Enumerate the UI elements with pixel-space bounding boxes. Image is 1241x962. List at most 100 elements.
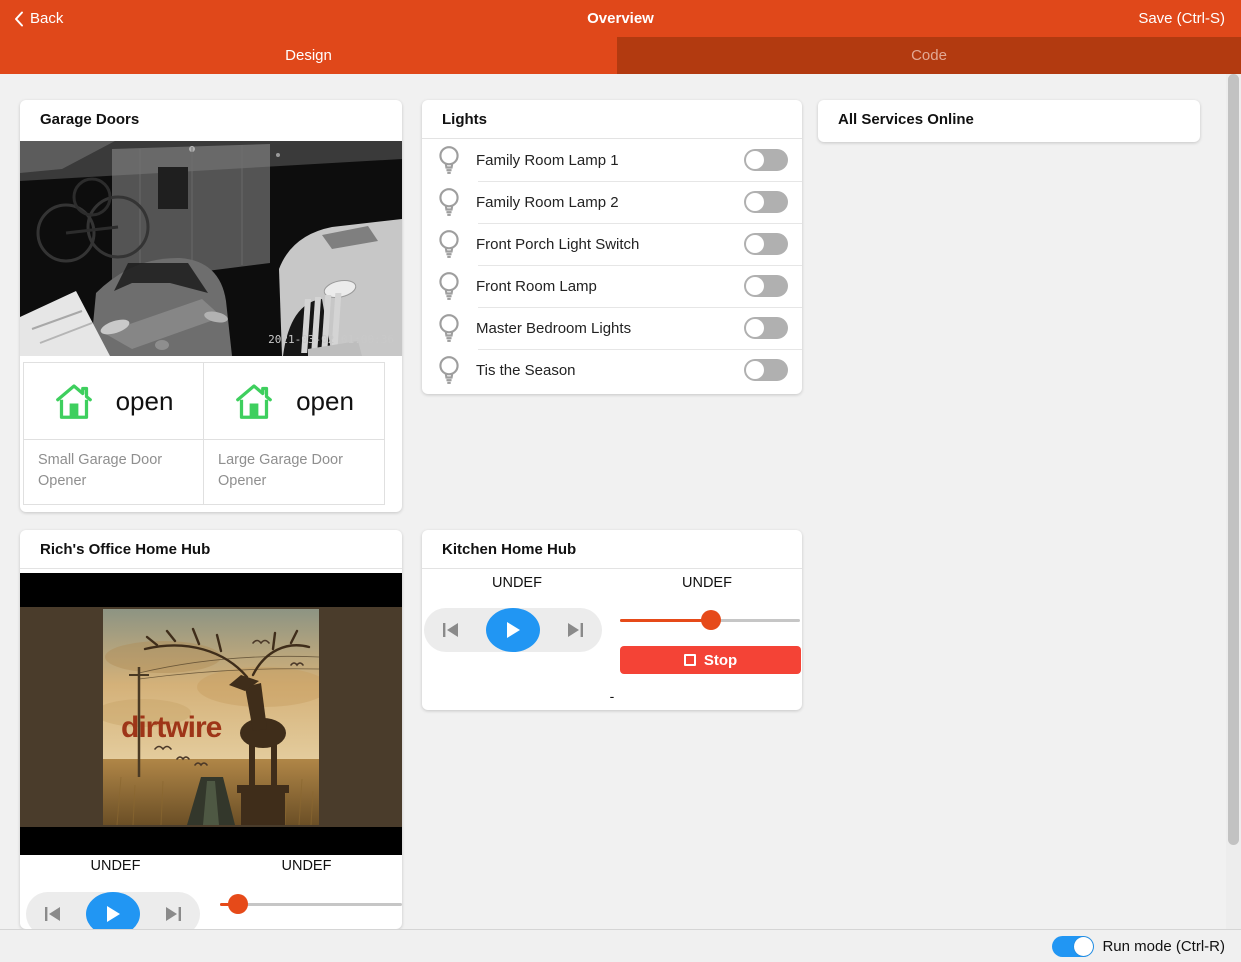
slider-fill: [620, 619, 711, 622]
garage-camera-image: 2021-03-02 01:00:36: [20, 141, 402, 356]
toggle-front-room-lamp[interactable]: [744, 275, 788, 297]
small-garage-door-open-button[interactable]: open: [24, 363, 203, 440]
card-title: Rich's Office Home Hub: [20, 530, 402, 569]
kitchen-previous-button[interactable]: [442, 622, 460, 638]
tile-small-garage-door: open Small Garage Door Opener: [23, 362, 204, 505]
card-all-services-online: All Services Online: [818, 100, 1200, 142]
garage-state-label: open: [296, 386, 354, 417]
skip-previous-icon: [44, 906, 62, 922]
garage-camera-feed: 2021-03-02 01:00:36: [20, 141, 402, 356]
stop-label: Stop: [704, 652, 737, 669]
bottom-bar: Run mode (Ctrl-R): [0, 929, 1241, 962]
garage-tiles: open Small Garage Door Opener open Large…: [23, 362, 385, 505]
album-letterbox-top: [20, 573, 402, 607]
toggle-tis-the-season[interactable]: [744, 359, 788, 381]
tile-large-garage-door: open Large Garage Door Opener: [204, 362, 385, 505]
garage-home-icon: [234, 382, 274, 420]
toggle-front-porch-light-switch[interactable]: [744, 233, 788, 255]
card-garage-doors: Garage Doors: [20, 100, 402, 512]
card-title: All Services Online: [818, 100, 1200, 138]
tab-code[interactable]: Code: [617, 37, 1241, 74]
scrollbar-thumb[interactable]: [1228, 74, 1239, 845]
slider-knob[interactable]: [228, 894, 248, 914]
toggle-knob: [746, 235, 764, 253]
office-previous-button[interactable]: [44, 906, 62, 922]
tab-bar: Design Code: [0, 37, 1241, 74]
light-row-front-room-lamp: Front Room Lamp: [422, 265, 802, 307]
card-title: Lights: [422, 100, 802, 139]
light-label: Front Room Lamp: [476, 278, 744, 295]
slider-knob[interactable]: [701, 610, 721, 630]
bulb-icon: [436, 145, 462, 175]
row-divider: [478, 223, 802, 224]
toggle-knob: [746, 277, 764, 295]
light-row-front-porch-light-switch: Front Porch Light Switch: [422, 223, 802, 265]
row-divider: [478, 181, 802, 182]
office-track-info-row: UNDEF UNDEF: [20, 858, 402, 874]
toggle-master-bedroom-lights[interactable]: [744, 317, 788, 339]
light-label: Front Porch Light Switch: [476, 236, 744, 253]
album-letterbox-bottom: [20, 827, 402, 855]
toggle-knob: [746, 319, 764, 337]
bulb-icon: [436, 271, 462, 301]
kitchen-track-info-row: UNDEF UNDEF: [422, 575, 802, 591]
card-title: Kitchen Home Hub: [422, 530, 802, 569]
garage-home-icon: [54, 382, 94, 420]
page-title: Overview: [0, 10, 1241, 27]
bulb-icon: [436, 313, 462, 343]
light-row-tis-the-season: Tis the Season: [422, 349, 802, 391]
office-volume-slider[interactable]: [220, 894, 402, 914]
kitchen-track-label: UNDEF: [422, 575, 612, 591]
vertical-scrollbar: [1226, 74, 1241, 929]
office-play-button[interactable]: [86, 892, 140, 929]
kitchen-play-button[interactable]: [486, 608, 540, 652]
toggle-family-room-lamp-1[interactable]: [744, 149, 788, 171]
skip-previous-icon: [442, 622, 460, 638]
light-row-family-room-lamp-2: Family Room Lamp 2: [422, 181, 802, 223]
office-media-controls: [26, 892, 200, 929]
card-kitchen-home-hub: Kitchen Home Hub UNDEF UNDEF: [422, 530, 802, 710]
tab-design[interactable]: Design: [0, 37, 617, 74]
kitchen-status-text: -: [422, 688, 802, 704]
save-button[interactable]: Save (Ctrl-S): [1138, 10, 1225, 27]
light-row-family-room-lamp-1: Family Room Lamp 1: [422, 139, 802, 181]
stop-square-icon: [684, 654, 696, 666]
card-office-home-hub: Rich's Office Home Hub: [20, 530, 402, 929]
light-row-master-bedroom-lights: Master Bedroom Lights: [422, 307, 802, 349]
toggle-family-room-lamp-2[interactable]: [744, 191, 788, 213]
row-divider: [478, 307, 802, 308]
kitchen-volume-slider[interactable]: [620, 610, 800, 630]
light-label: Master Bedroom Lights: [476, 320, 744, 337]
app-window: Back Overview Save (Ctrl-S) Design Code …: [0, 0, 1241, 962]
card-lights: Lights Family Room Lamp 1 Family Room La…: [422, 100, 802, 394]
skip-next-icon: [566, 622, 584, 638]
kitchen-next-button[interactable]: [566, 622, 584, 638]
bulb-icon: [436, 187, 462, 217]
light-label: Family Room Lamp 2: [476, 194, 744, 211]
play-icon: [505, 621, 521, 639]
kitchen-stop-button[interactable]: Stop: [620, 646, 801, 674]
row-divider: [478, 265, 802, 266]
toggle-knob: [746, 151, 764, 169]
light-label: Family Room Lamp 1: [476, 152, 744, 169]
bulb-icon: [436, 355, 462, 385]
top-bar: Back Overview Save (Ctrl-S): [0, 0, 1241, 37]
office-next-button[interactable]: [164, 906, 182, 922]
camera-timestamp: 2021-03-02 01:00:36: [268, 333, 394, 346]
album-art-area: dirtwire: [20, 607, 402, 827]
large-garage-door-open-button[interactable]: open: [204, 363, 384, 440]
kitchen-artist-label: UNDEF: [612, 575, 802, 591]
garage-state-label: open: [116, 386, 174, 417]
toggle-knob: [1074, 937, 1093, 956]
run-mode-label: Run mode (Ctrl-R): [1102, 938, 1225, 955]
play-icon: [105, 905, 121, 923]
album-art-dirtwire: dirtwire: [103, 609, 319, 825]
run-mode-toggle[interactable]: [1052, 936, 1094, 957]
row-divider: [478, 349, 802, 350]
office-artist-label: UNDEF: [211, 858, 402, 874]
album-title-text: dirtwire: [121, 711, 222, 744]
office-track-label: UNDEF: [20, 858, 211, 874]
garage-tile-label: Large Garage Door Opener: [204, 440, 384, 504]
garage-tile-label: Small Garage Door Opener: [24, 440, 203, 504]
toggle-knob: [746, 361, 764, 379]
